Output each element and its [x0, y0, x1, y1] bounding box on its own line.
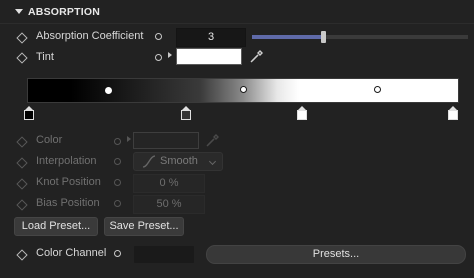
gradient-stop[interactable]	[24, 106, 34, 120]
animate-circle-icon	[114, 138, 121, 145]
section-header[interactable]: ABSORPTION	[0, 2, 474, 22]
eyedropper-icon	[206, 134, 219, 147]
bias-position-label: Bias Position	[36, 197, 100, 209]
knot-color-label: Color	[36, 134, 63, 146]
load-preset-button[interactable]: Load Preset...	[14, 217, 98, 236]
interpolation-label: Interpolation	[36, 155, 97, 167]
color-channel-label: Color Channel	[36, 247, 107, 259]
animate-circle-icon[interactable]	[155, 54, 162, 61]
smooth-curve-icon	[142, 155, 156, 168]
color-channel-field[interactable]	[133, 245, 195, 264]
animate-circle-icon	[114, 200, 121, 207]
knot-position-label: Knot Position	[36, 176, 101, 188]
gradient-bias-point[interactable]	[105, 87, 112, 94]
animate-circle-icon[interactable]	[155, 33, 162, 40]
gradient-stop[interactable]	[448, 106, 458, 120]
header-divider	[0, 23, 474, 24]
expand-arrow-icon[interactable]	[168, 52, 172, 58]
collapse-triangle-icon[interactable]	[15, 9, 23, 14]
knot-position-field: 0 %	[133, 174, 205, 193]
presets-button[interactable]: Presets...	[206, 245, 466, 264]
animate-circle-icon[interactable]	[114, 250, 121, 257]
save-preset-button[interactable]: Save Preset...	[104, 217, 184, 236]
absorption-coefficient-label: Absorption Coefficient	[36, 30, 144, 42]
animate-circle-icon	[114, 179, 121, 186]
interpolation-value: Smooth	[160, 155, 198, 167]
chevron-down-icon	[208, 157, 217, 166]
tint-color-swatch[interactable]	[176, 48, 242, 65]
gradient-bias-point[interactable]	[374, 86, 381, 93]
absorption-slider-fill	[252, 35, 323, 39]
gradient-stop[interactable]	[181, 106, 191, 120]
absorption-coefficient-field[interactable]: 3	[176, 28, 246, 47]
expand-arrow-icon	[127, 136, 131, 142]
interpolation-dropdown: Smooth	[133, 152, 223, 171]
eyedropper-icon[interactable]	[249, 48, 265, 64]
gradient-bias-point[interactable]	[240, 86, 247, 93]
tint-label: Tint	[36, 51, 54, 63]
section-title: ABSORPTION	[28, 6, 101, 18]
animate-circle-icon	[114, 158, 121, 165]
gradient-stop[interactable]	[297, 106, 307, 120]
absorption-slider-knob[interactable]	[321, 31, 326, 43]
knot-color-swatch	[133, 132, 199, 149]
bias-position-field: 50 %	[133, 195, 205, 214]
